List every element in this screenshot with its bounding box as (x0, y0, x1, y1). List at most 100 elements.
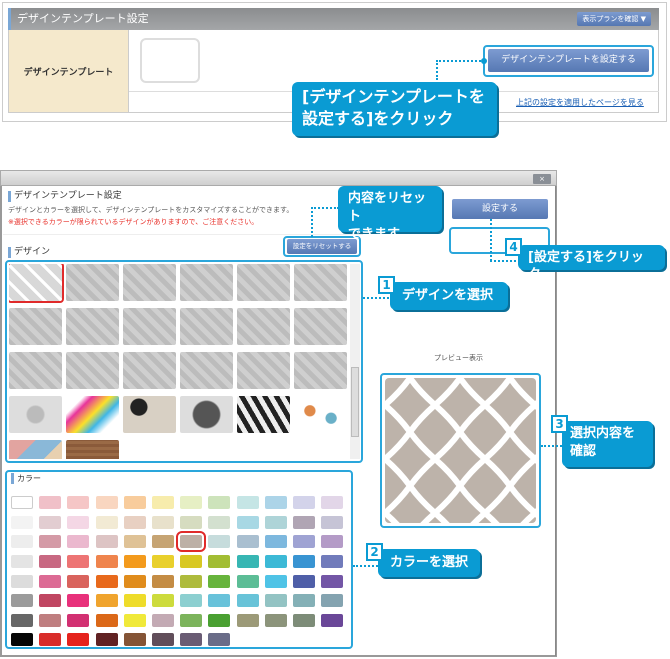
color-swatch[interactable] (123, 516, 146, 529)
color-swatch[interactable] (236, 614, 259, 627)
color-swatch[interactable] (39, 535, 62, 548)
color-swatch[interactable] (321, 575, 344, 588)
color-swatch[interactable] (39, 575, 62, 588)
color-swatch[interactable] (208, 614, 231, 627)
color-swatch[interactable] (95, 516, 118, 529)
design-tile-shells[interactable] (123, 264, 176, 301)
color-swatch[interactable] (11, 594, 33, 607)
apply-preview-link[interactable]: 上記の設定を適用したページを見る (516, 97, 644, 108)
color-swatch[interactable] (123, 633, 146, 646)
color-swatch[interactable] (67, 496, 90, 509)
view-plan-button[interactable]: 表示プランを確認 ▼ (577, 12, 651, 26)
color-swatch[interactable] (123, 535, 146, 548)
color-swatch[interactable] (11, 614, 33, 627)
design-tile-dots[interactable] (237, 264, 290, 301)
color-swatch[interactable] (11, 535, 33, 548)
color-swatch[interactable] (180, 496, 203, 509)
color-swatch[interactable] (67, 535, 90, 548)
design-tile-leopard[interactable] (123, 396, 176, 433)
color-swatch[interactable] (236, 496, 259, 509)
design-tile-plaid[interactable] (123, 352, 176, 389)
color-swatch[interactable] (95, 594, 118, 607)
design-tile-medallion[interactable] (123, 308, 176, 345)
color-swatch[interactable] (39, 555, 62, 568)
close-icon[interactable]: × (533, 174, 551, 184)
color-swatch[interactable] (264, 535, 287, 548)
color-swatch[interactable] (123, 614, 146, 627)
design-tile-zebra[interactable] (237, 396, 290, 433)
design-tile-scallop[interactable] (9, 352, 62, 389)
design-tile-paint-splash[interactable] (66, 396, 119, 433)
color-swatch[interactable] (123, 555, 146, 568)
submit-button[interactable]: 設定する (452, 199, 548, 219)
color-swatch[interactable] (293, 594, 315, 607)
color-swatch[interactable] (152, 575, 174, 588)
design-scrollbar[interactable] (350, 264, 360, 459)
color-swatch[interactable] (152, 555, 174, 568)
color-swatch[interactable] (11, 555, 33, 568)
design-tile-wood[interactable] (66, 440, 119, 459)
color-swatch[interactable] (180, 594, 203, 607)
color-swatch[interactable] (152, 496, 174, 509)
color-swatch[interactable] (293, 575, 315, 588)
color-swatch[interactable] (293, 535, 315, 548)
color-swatch[interactable] (293, 614, 315, 627)
color-swatch[interactable] (236, 575, 259, 588)
color-swatch[interactable] (39, 633, 62, 646)
color-swatch[interactable] (11, 575, 33, 588)
color-swatch[interactable] (67, 633, 90, 646)
design-tile-moroccan-lattice[interactable] (9, 264, 64, 303)
color-swatch[interactable] (152, 594, 174, 607)
color-swatch[interactable] (39, 594, 62, 607)
design-tile-stripes[interactable] (66, 308, 119, 345)
color-swatch[interactable] (321, 614, 344, 627)
color-swatch[interactable] (11, 516, 33, 529)
color-swatch[interactable] (39, 516, 62, 529)
color-swatch[interactable] (67, 516, 90, 529)
color-swatch[interactable] (95, 496, 118, 509)
color-swatch[interactable] (11, 633, 33, 646)
color-swatch[interactable] (152, 516, 174, 529)
color-swatch[interactable] (321, 496, 344, 509)
color-swatch[interactable] (236, 516, 259, 529)
color-swatch[interactable] (321, 594, 344, 607)
color-swatch[interactable] (208, 516, 231, 529)
color-swatch[interactable] (67, 575, 90, 588)
color-swatch[interactable] (39, 614, 62, 627)
color-swatch[interactable] (67, 555, 90, 568)
color-swatch[interactable] (180, 575, 203, 588)
design-tile-floral[interactable] (294, 264, 347, 301)
design-tile-polka-dots[interactable] (294, 308, 347, 345)
color-swatch[interactable] (208, 575, 231, 588)
color-swatch[interactable] (208, 535, 231, 548)
color-swatch[interactable] (152, 535, 174, 548)
design-tile-branches[interactable] (180, 264, 233, 301)
color-swatch[interactable] (180, 555, 203, 568)
color-swatch[interactable] (123, 594, 146, 607)
color-swatch[interactable] (236, 535, 259, 548)
color-swatch[interactable] (321, 535, 344, 548)
design-tile-triangles[interactable] (9, 440, 62, 459)
color-swatch[interactable] (67, 594, 90, 607)
color-swatch[interactable] (321, 516, 344, 529)
color-swatch[interactable] (264, 594, 287, 607)
design-tile-leaves[interactable] (294, 396, 347, 433)
color-swatch[interactable] (264, 516, 287, 529)
color-swatch[interactable] (39, 496, 62, 509)
color-swatch[interactable] (293, 516, 315, 529)
set-template-button[interactable]: デザインテンプレートを設定する (488, 49, 649, 72)
color-swatch[interactable] (208, 633, 231, 646)
color-swatch[interactable] (208, 555, 231, 568)
color-swatch[interactable] (180, 516, 203, 529)
color-swatch[interactable] (180, 633, 203, 646)
color-swatch[interactable] (67, 614, 90, 627)
color-swatch[interactable] (180, 614, 203, 627)
color-swatch[interactable] (264, 496, 287, 509)
color-swatch[interactable] (208, 496, 231, 509)
color-swatch[interactable] (95, 575, 118, 588)
color-swatch[interactable] (236, 555, 259, 568)
design-tile-lattice[interactable] (294, 352, 347, 389)
color-swatch[interactable] (293, 555, 315, 568)
color-swatch[interactable] (95, 535, 118, 548)
color-swatch[interactable] (123, 575, 146, 588)
